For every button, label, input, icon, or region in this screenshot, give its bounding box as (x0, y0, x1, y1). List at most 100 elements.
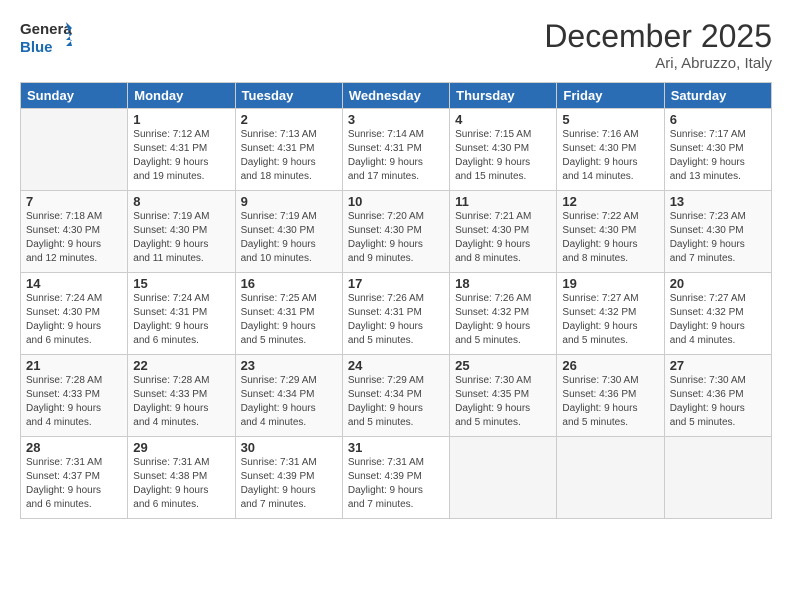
day-info: Sunrise: 7:20 AMSunset: 4:30 PMDaylight:… (348, 210, 444, 266)
day-info: Sunrise: 7:13 AMSunset: 4:31 PMDaylight:… (241, 128, 337, 184)
day-info: Sunrise: 7:18 AMSunset: 4:30 PMDaylight:… (26, 210, 122, 266)
day-info: Sunrise: 7:31 AMSunset: 4:39 PMDaylight:… (241, 456, 337, 512)
calendar-cell: 12Sunrise: 7:22 AMSunset: 4:30 PMDayligh… (557, 191, 664, 273)
day-number: 1 (133, 112, 229, 127)
day-number: 17 (348, 276, 444, 291)
day-info: Sunrise: 7:26 AMSunset: 4:31 PMDaylight:… (348, 292, 444, 348)
calendar-cell: 23Sunrise: 7:29 AMSunset: 4:34 PMDayligh… (235, 355, 342, 437)
day-info: Sunrise: 7:31 AMSunset: 4:38 PMDaylight:… (133, 456, 229, 512)
calendar-cell: 19Sunrise: 7:27 AMSunset: 4:32 PMDayligh… (557, 273, 664, 355)
calendar-week-row: 14Sunrise: 7:24 AMSunset: 4:30 PMDayligh… (21, 273, 772, 355)
page-header: General Blue December 2025 Ari, Abruzzo,… (20, 18, 772, 72)
day-number: 30 (241, 440, 337, 455)
day-number: 29 (133, 440, 229, 455)
day-info: Sunrise: 7:27 AMSunset: 4:32 PMDaylight:… (670, 292, 766, 348)
day-info: Sunrise: 7:14 AMSunset: 4:31 PMDaylight:… (348, 128, 444, 184)
calendar-cell (450, 437, 557, 519)
calendar-cell: 4Sunrise: 7:15 AMSunset: 4:30 PMDaylight… (450, 109, 557, 191)
calendar-cell: 13Sunrise: 7:23 AMSunset: 4:30 PMDayligh… (664, 191, 771, 273)
day-info: Sunrise: 7:29 AMSunset: 4:34 PMDaylight:… (348, 374, 444, 430)
calendar-cell: 28Sunrise: 7:31 AMSunset: 4:37 PMDayligh… (21, 437, 128, 519)
calendar-cell: 14Sunrise: 7:24 AMSunset: 4:30 PMDayligh… (21, 273, 128, 355)
logo: General Blue (20, 18, 72, 56)
day-number: 22 (133, 358, 229, 373)
day-info: Sunrise: 7:22 AMSunset: 4:30 PMDaylight:… (562, 210, 658, 266)
month-title: December 2025 (544, 18, 772, 55)
day-info: Sunrise: 7:29 AMSunset: 4:34 PMDaylight:… (241, 374, 337, 430)
weekday-header-monday: Monday (128, 83, 235, 109)
calendar-cell: 7Sunrise: 7:18 AMSunset: 4:30 PMDaylight… (21, 191, 128, 273)
title-block: December 2025 Ari, Abruzzo, Italy (544, 18, 772, 72)
weekday-header-tuesday: Tuesday (235, 83, 342, 109)
weekday-header-row: SundayMondayTuesdayWednesdayThursdayFrid… (21, 83, 772, 109)
day-info: Sunrise: 7:23 AMSunset: 4:30 PMDaylight:… (670, 210, 766, 266)
calendar-table: SundayMondayTuesdayWednesdayThursdayFrid… (20, 82, 772, 519)
day-number: 19 (562, 276, 658, 291)
day-number: 12 (562, 194, 658, 209)
calendar-cell: 10Sunrise: 7:20 AMSunset: 4:30 PMDayligh… (342, 191, 449, 273)
day-info: Sunrise: 7:28 AMSunset: 4:33 PMDaylight:… (133, 374, 229, 430)
day-number: 10 (348, 194, 444, 209)
day-number: 13 (670, 194, 766, 209)
day-number: 4 (455, 112, 551, 127)
day-info: Sunrise: 7:30 AMSunset: 4:36 PMDaylight:… (670, 374, 766, 430)
day-info: Sunrise: 7:26 AMSunset: 4:32 PMDaylight:… (455, 292, 551, 348)
calendar-cell: 26Sunrise: 7:30 AMSunset: 4:36 PMDayligh… (557, 355, 664, 437)
day-number: 8 (133, 194, 229, 209)
day-info: Sunrise: 7:16 AMSunset: 4:30 PMDaylight:… (562, 128, 658, 184)
calendar-cell: 11Sunrise: 7:21 AMSunset: 4:30 PMDayligh… (450, 191, 557, 273)
day-info: Sunrise: 7:12 AMSunset: 4:31 PMDaylight:… (133, 128, 229, 184)
day-info: Sunrise: 7:19 AMSunset: 4:30 PMDaylight:… (241, 210, 337, 266)
calendar-cell: 9Sunrise: 7:19 AMSunset: 4:30 PMDaylight… (235, 191, 342, 273)
calendar-cell: 20Sunrise: 7:27 AMSunset: 4:32 PMDayligh… (664, 273, 771, 355)
calendar-cell: 18Sunrise: 7:26 AMSunset: 4:32 PMDayligh… (450, 273, 557, 355)
day-number: 20 (670, 276, 766, 291)
calendar-week-row: 21Sunrise: 7:28 AMSunset: 4:33 PMDayligh… (21, 355, 772, 437)
weekday-header-friday: Friday (557, 83, 664, 109)
day-info: Sunrise: 7:30 AMSunset: 4:36 PMDaylight:… (562, 374, 658, 430)
calendar-cell: 22Sunrise: 7:28 AMSunset: 4:33 PMDayligh… (128, 355, 235, 437)
calendar-cell: 15Sunrise: 7:24 AMSunset: 4:31 PMDayligh… (128, 273, 235, 355)
day-info: Sunrise: 7:27 AMSunset: 4:32 PMDaylight:… (562, 292, 658, 348)
day-number: 11 (455, 194, 551, 209)
day-info: Sunrise: 7:21 AMSunset: 4:30 PMDaylight:… (455, 210, 551, 266)
logo-svg: General Blue (20, 18, 72, 56)
calendar-cell (557, 437, 664, 519)
calendar-cell: 30Sunrise: 7:31 AMSunset: 4:39 PMDayligh… (235, 437, 342, 519)
day-number: 23 (241, 358, 337, 373)
calendar-cell (664, 437, 771, 519)
day-info: Sunrise: 7:28 AMSunset: 4:33 PMDaylight:… (26, 374, 122, 430)
day-number: 28 (26, 440, 122, 455)
calendar-cell: 2Sunrise: 7:13 AMSunset: 4:31 PMDaylight… (235, 109, 342, 191)
svg-text:Blue: Blue (20, 39, 53, 56)
day-number: 7 (26, 194, 122, 209)
calendar-cell: 25Sunrise: 7:30 AMSunset: 4:35 PMDayligh… (450, 355, 557, 437)
day-info: Sunrise: 7:25 AMSunset: 4:31 PMDaylight:… (241, 292, 337, 348)
weekday-header-thursday: Thursday (450, 83, 557, 109)
weekday-header-sunday: Sunday (21, 83, 128, 109)
calendar-cell: 16Sunrise: 7:25 AMSunset: 4:31 PMDayligh… (235, 273, 342, 355)
calendar-cell (21, 109, 128, 191)
calendar-cell: 21Sunrise: 7:28 AMSunset: 4:33 PMDayligh… (21, 355, 128, 437)
day-info: Sunrise: 7:17 AMSunset: 4:30 PMDaylight:… (670, 128, 766, 184)
day-number: 5 (562, 112, 658, 127)
calendar-week-row: 28Sunrise: 7:31 AMSunset: 4:37 PMDayligh… (21, 437, 772, 519)
calendar-cell: 1Sunrise: 7:12 AMSunset: 4:31 PMDaylight… (128, 109, 235, 191)
day-info: Sunrise: 7:19 AMSunset: 4:30 PMDaylight:… (133, 210, 229, 266)
day-number: 25 (455, 358, 551, 373)
day-info: Sunrise: 7:31 AMSunset: 4:39 PMDaylight:… (348, 456, 444, 512)
day-info: Sunrise: 7:24 AMSunset: 4:31 PMDaylight:… (133, 292, 229, 348)
day-info: Sunrise: 7:15 AMSunset: 4:30 PMDaylight:… (455, 128, 551, 184)
calendar-cell: 3Sunrise: 7:14 AMSunset: 4:31 PMDaylight… (342, 109, 449, 191)
day-info: Sunrise: 7:30 AMSunset: 4:35 PMDaylight:… (455, 374, 551, 430)
day-number: 27 (670, 358, 766, 373)
calendar-cell: 24Sunrise: 7:29 AMSunset: 4:34 PMDayligh… (342, 355, 449, 437)
calendar-week-row: 7Sunrise: 7:18 AMSunset: 4:30 PMDaylight… (21, 191, 772, 273)
weekday-header-wednesday: Wednesday (342, 83, 449, 109)
calendar-cell: 5Sunrise: 7:16 AMSunset: 4:30 PMDaylight… (557, 109, 664, 191)
day-info: Sunrise: 7:24 AMSunset: 4:30 PMDaylight:… (26, 292, 122, 348)
day-number: 9 (241, 194, 337, 209)
day-info: Sunrise: 7:31 AMSunset: 4:37 PMDaylight:… (26, 456, 122, 512)
day-number: 14 (26, 276, 122, 291)
calendar-cell: 17Sunrise: 7:26 AMSunset: 4:31 PMDayligh… (342, 273, 449, 355)
